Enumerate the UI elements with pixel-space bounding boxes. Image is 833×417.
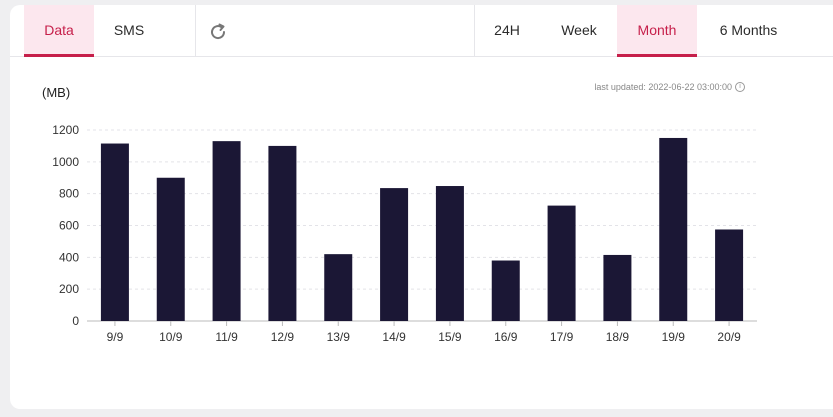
x-tick-label: 18/9 <box>606 330 630 344</box>
x-tick-label: 19/9 <box>662 330 686 344</box>
bar <box>435 186 464 321</box>
bar <box>156 177 185 321</box>
bar <box>547 205 576 321</box>
y-tick-label: 600 <box>59 219 79 233</box>
y-tick-label: 200 <box>59 282 79 296</box>
bar <box>100 143 129 321</box>
x-tick-label: 20/9 <box>717 330 741 344</box>
y-tick-label: 1200 <box>52 123 79 137</box>
bar <box>380 188 409 321</box>
x-tick-label: 10/9 <box>159 330 183 344</box>
x-tick-label: 12/9 <box>271 330 295 344</box>
bar <box>603 254 632 321</box>
usage-card: Data SMS 24H Week Month 6 Months (MB) la… <box>10 5 833 409</box>
bar-chart: 0 200 400 600 800 1000 1200 9/9 10/9 11/9 12/9 13/9… <box>52 123 757 344</box>
x-tick-label: 9/9 <box>107 330 124 344</box>
x-tick-label: 15/9 <box>438 330 462 344</box>
bar <box>491 260 520 321</box>
x-tick-label: 14/9 <box>382 330 406 344</box>
x-tick-label: 17/9 <box>550 330 574 344</box>
x-tick-label: 16/9 <box>494 330 518 344</box>
bar <box>212 141 241 321</box>
bar <box>268 145 297 321</box>
bar <box>659 137 688 321</box>
y-tick-label: 0 <box>72 314 79 328</box>
y-tick-label: 1000 <box>52 155 79 169</box>
bar <box>324 254 353 321</box>
x-tick-label: 13/9 <box>327 330 351 344</box>
bar <box>715 229 744 321</box>
y-tick-label: 800 <box>59 187 79 201</box>
x-tick-label: 11/9 <box>215 330 238 344</box>
y-tick-label: 400 <box>59 250 79 264</box>
